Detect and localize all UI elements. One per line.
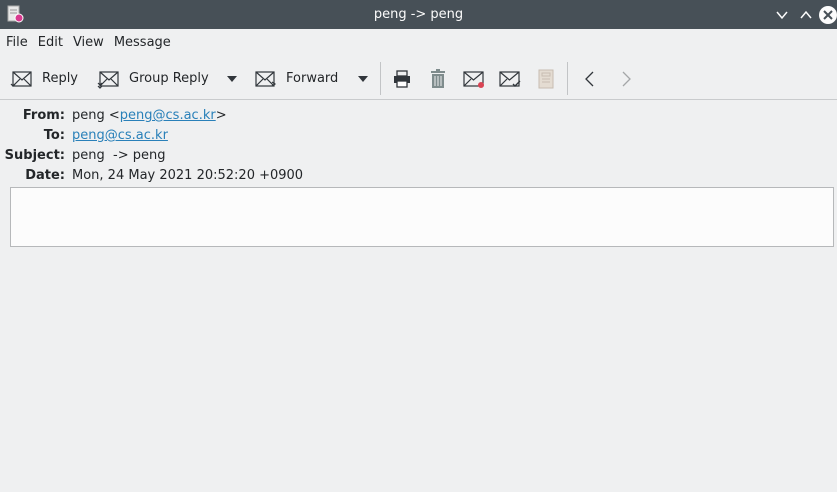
toolbar-separator [567,62,568,95]
from-label: From: [22,108,65,123]
mark-not-junk-button[interactable] [498,57,522,100]
mark-junk-button[interactable] [462,57,486,100]
toolbar: Reply Group Reply Forward [0,57,837,100]
header-from-row: From: [0,106,65,126]
archive-icon [538,69,554,88]
print-icon [394,69,410,88]
close-icon[interactable] [816,0,837,29]
dropdown-arrow-icon [227,75,237,82]
from-email-link[interactable]: peng@cs.ac.kr [120,108,216,123]
forward-dropdown[interactable] [357,57,369,100]
group-reply-icon [97,70,119,89]
reply-icon [10,70,32,87]
print-button[interactable] [390,57,414,100]
dropdown-arrow-icon [358,75,368,82]
menu-file[interactable]: File [1,29,33,57]
archive-button[interactable] [534,57,558,100]
mail-app-icon [6,5,24,23]
window-title: peng -> peng [373,7,464,22]
group-reply-label: Group Reply [129,71,209,86]
reply-button[interactable]: Reply [10,57,78,100]
forward-icon [255,70,277,87]
header-subject-row: Subject: [0,146,65,166]
reply-label: Reply [42,71,79,86]
menu-message[interactable]: Message [109,29,176,57]
to-email-link[interactable]: peng@cs.ac.kr [72,128,168,143]
date-label: Date: [25,168,65,183]
from-value: peng <peng@cs.ac.kr> [72,106,227,126]
mail-junk-icon [463,70,484,88]
message-body[interactable] [10,187,834,247]
to-value: peng@cs.ac.kr [72,126,168,146]
group-reply-button[interactable]: Group Reply [97,57,209,100]
toolbar-separator [380,62,381,95]
from-name: peng < [72,108,120,123]
group-reply-dropdown[interactable] [226,57,238,100]
maximize-icon[interactable] [794,0,818,29]
subject-value: peng -> peng [72,148,166,163]
forward-label: Forward [286,71,339,86]
date-value: Mon, 24 May 2021 20:52:20 +0900 [72,168,304,183]
menu-view[interactable]: View [68,29,109,57]
to-label: To: [43,128,65,143]
menu-bar: File Edit View Message [0,29,837,57]
previous-message-button[interactable] [578,57,602,100]
forward-button[interactable]: Forward [253,57,338,100]
subject-label: Subject: [4,148,65,163]
chevron-left-icon [585,71,594,86]
minimize-icon[interactable] [770,0,794,29]
chevron-right-icon [622,71,631,86]
mail-checked-icon [499,70,521,87]
window-titlebar: peng -> peng [0,0,837,29]
next-message-button[interactable] [614,57,638,100]
trash-icon [431,68,445,88]
menu-edit[interactable]: Edit [33,29,68,57]
delete-button[interactable] [426,57,450,100]
header-date-row: Date: [0,166,65,186]
from-close: > [215,108,227,123]
header-to-row: To: [0,126,65,146]
